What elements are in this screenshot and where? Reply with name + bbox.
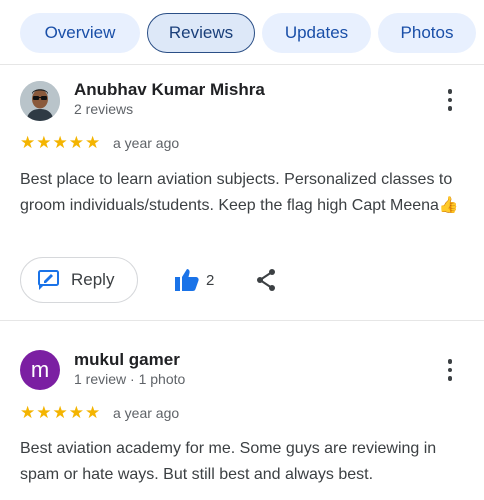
star-icon: ★	[68, 133, 84, 152]
like-count: 2	[206, 271, 215, 289]
more-vert-icon	[447, 89, 453, 94]
tab-reviews[interactable]: Reviews	[147, 13, 255, 53]
star-icon: ★	[52, 133, 68, 152]
share-button[interactable]	[255, 268, 277, 297]
reply-button[interactable]: Reply	[20, 257, 138, 303]
star-icon: ★	[68, 403, 84, 422]
divider	[0, 64, 484, 65]
reply-label: Reply	[71, 270, 115, 289]
share-icon	[257, 269, 275, 291]
tab-updates[interactable]: Updates	[262, 13, 371, 53]
review-text: Best aviation academy for me. Some guys …	[20, 440, 437, 483]
more-options-button[interactable]	[440, 356, 460, 384]
tab-bar: Overview Reviews Updates Photos	[0, 0, 484, 64]
star-icon: ★	[20, 133, 36, 152]
star-icon: ★	[52, 403, 68, 422]
star-icon: ★	[20, 403, 36, 422]
review-separator	[0, 320, 484, 321]
tab-overview[interactable]: Overview	[20, 13, 140, 53]
star-icon: ★	[85, 133, 101, 152]
star-icon: ★	[36, 133, 52, 152]
avatar-letter: m	[30, 357, 50, 382]
reviewer-meta: 2 reviews	[74, 101, 134, 117]
avatar-photo-icon	[20, 81, 60, 121]
thumb-up-icon	[175, 269, 199, 291]
review-time: a year ago	[113, 405, 180, 421]
reply-icon	[38, 270, 59, 290]
more-vert-icon	[447, 359, 453, 364]
reviewer-name[interactable]: mukul gamer	[74, 350, 180, 370]
review-time: a year ago	[113, 135, 180, 151]
reviewer-name[interactable]: Anubhav Kumar Mishra	[74, 80, 265, 100]
tab-photos[interactable]: Photos	[378, 13, 476, 53]
avatar[interactable]	[20, 81, 60, 121]
review-text: Best place to learn aviation subjects. P…	[20, 171, 459, 214]
rating-stars: ★ ★ ★ ★ ★	[20, 404, 100, 421]
avatar[interactable]: m	[20, 350, 60, 390]
reviewer-meta: 1 review · 1 photo	[74, 371, 186, 387]
more-options-button[interactable]	[440, 86, 460, 114]
rating-stars: ★ ★ ★ ★ ★	[20, 134, 100, 151]
like-button[interactable]: 2	[174, 268, 214, 292]
star-icon: ★	[85, 403, 101, 422]
star-icon: ★	[36, 403, 52, 422]
